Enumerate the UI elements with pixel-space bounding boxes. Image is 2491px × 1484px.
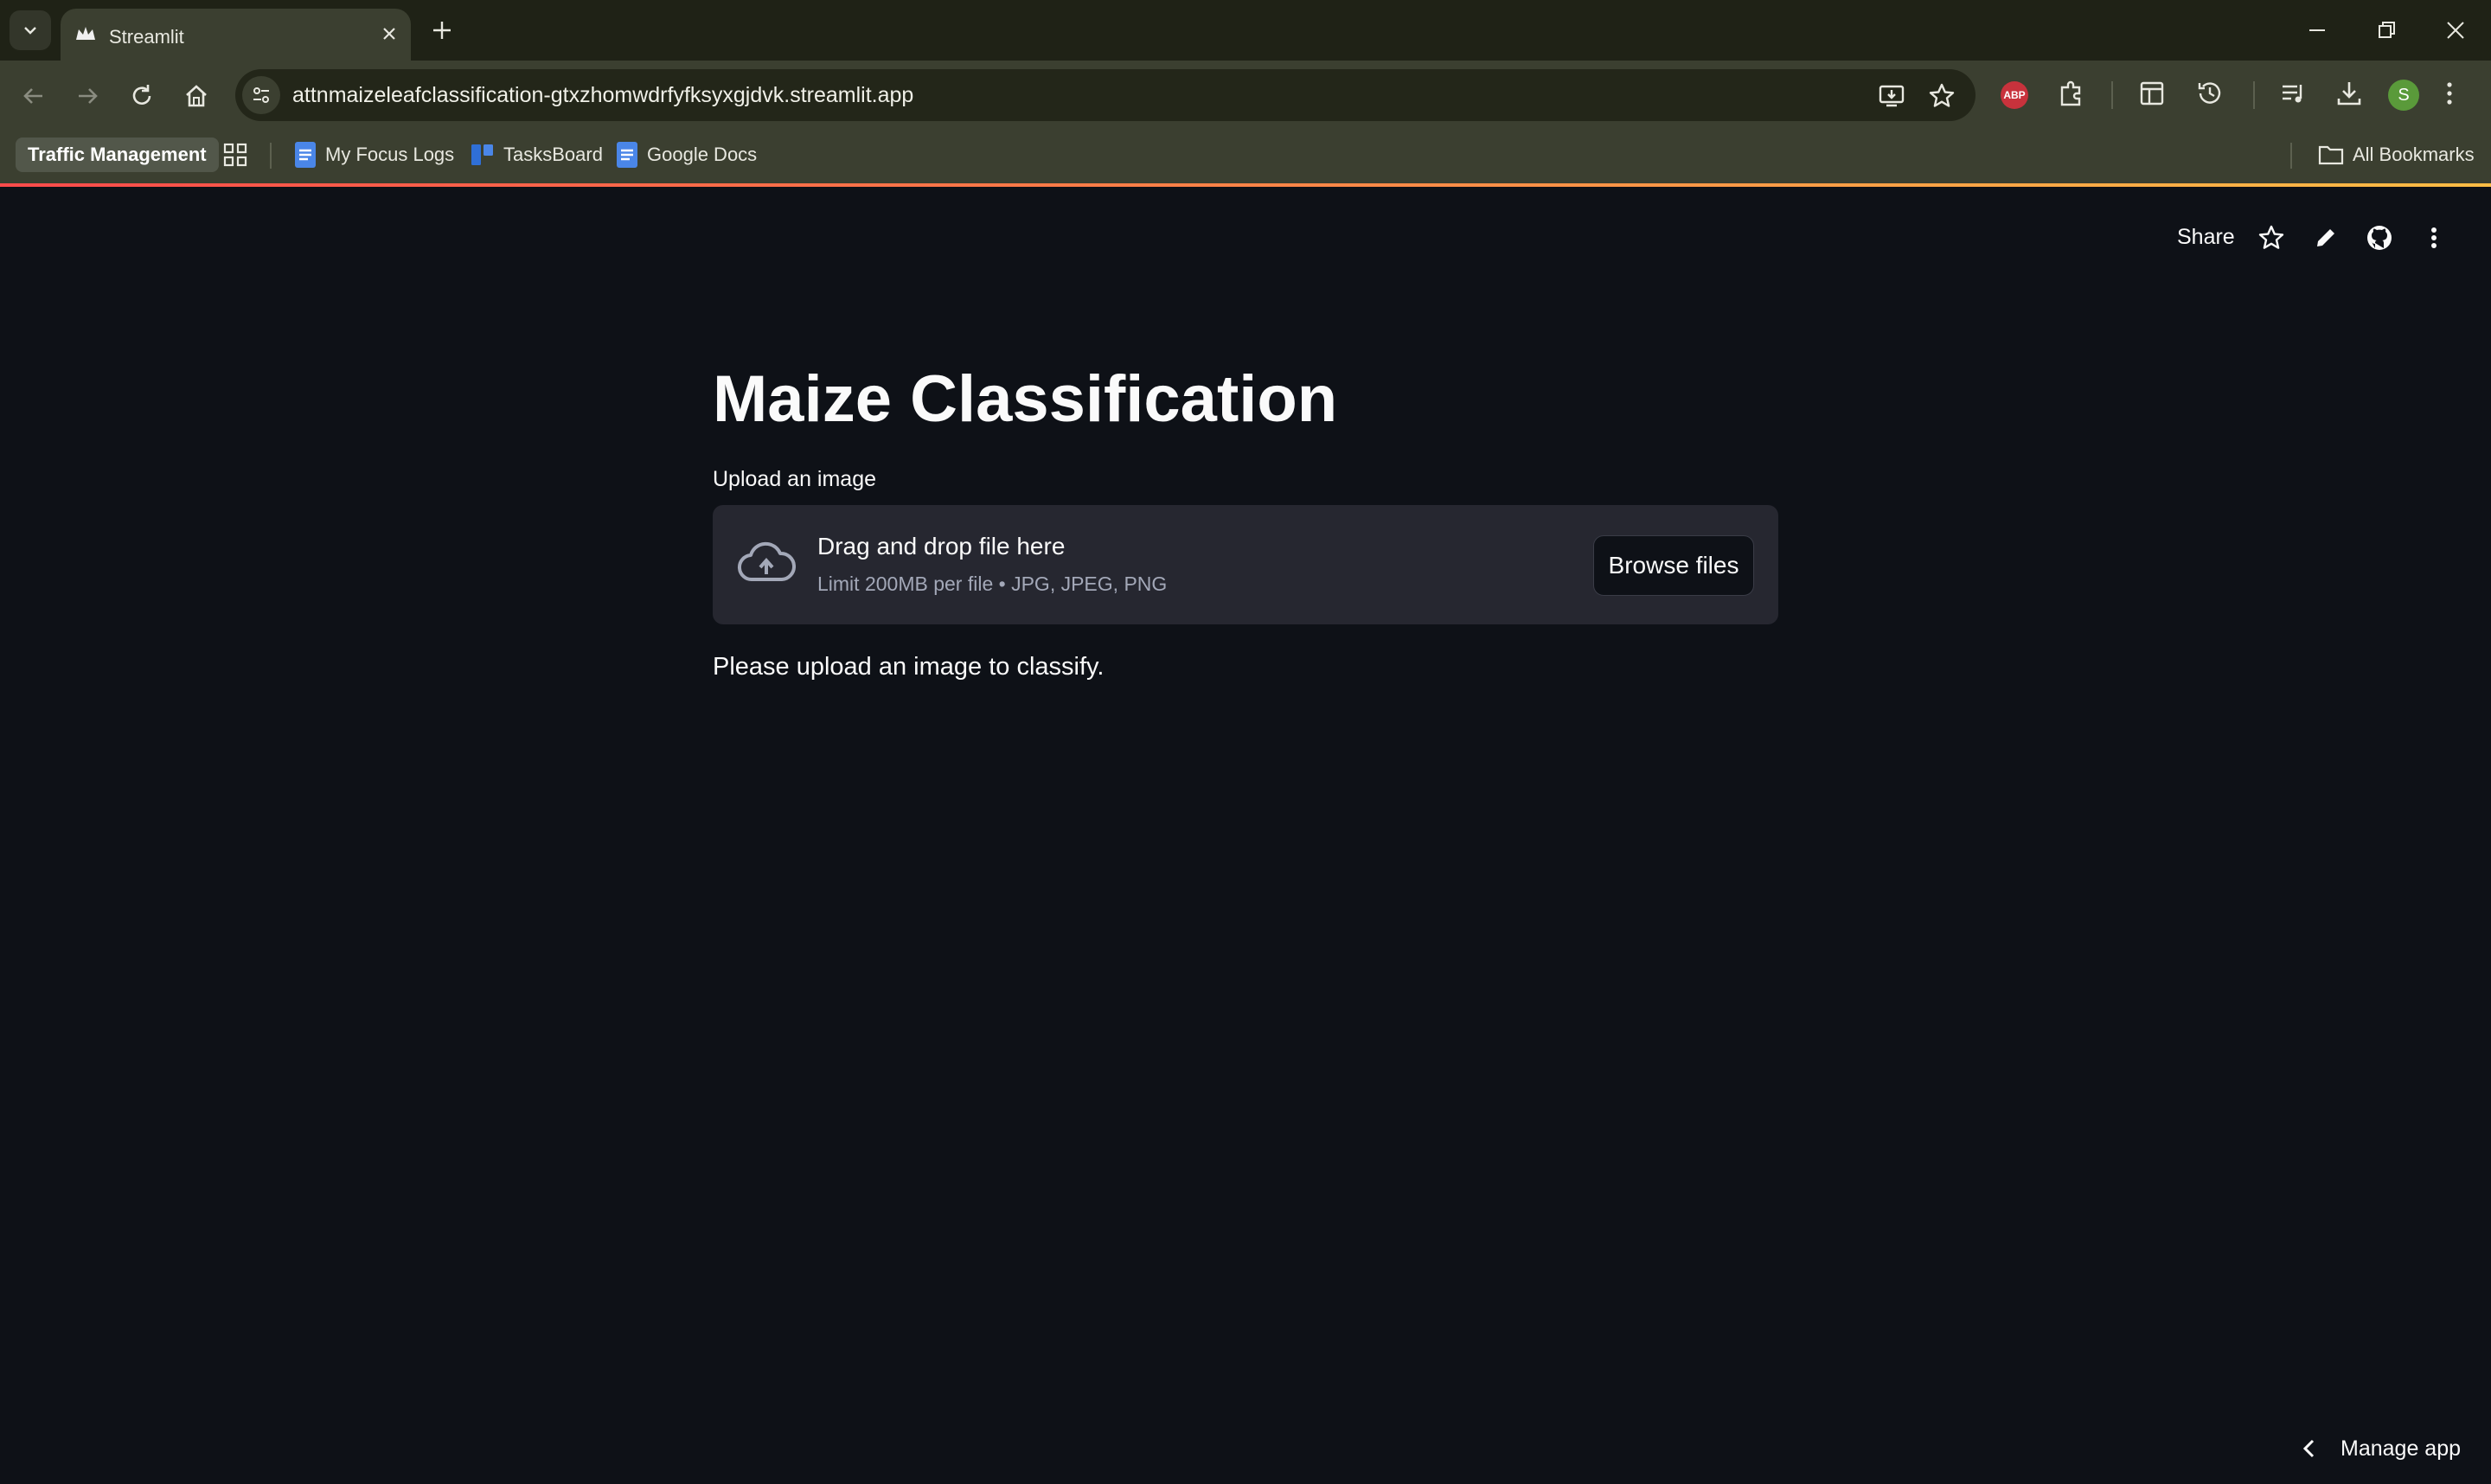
browser-tab-bar: Streamlit <box>0 0 2491 61</box>
bookmarks-bar: Traffic Management My Focus Logs TasksBo… <box>0 130 2491 183</box>
chevron-left-icon <box>2301 1437 2316 1460</box>
tasksboard-icon <box>471 143 495 167</box>
bookmark-label: TasksBoard <box>503 144 603 165</box>
dropzone-limit-text: Limit 200MB per file • JPG, JPEG, PNG <box>817 572 1168 595</box>
bookmark-separator <box>2290 143 2292 169</box>
site-info-icon[interactable] <box>242 76 280 114</box>
home-icon[interactable] <box>182 81 211 111</box>
adblock-plus-icon[interactable]: ABP <box>2001 81 2028 109</box>
google-docs-icon <box>294 141 317 169</box>
tab-close-icon[interactable] <box>380 24 399 43</box>
all-bookmarks-button[interactable]: All Bookmarks <box>2318 139 2475 170</box>
bookmark-tasksboard[interactable]: TasksBoard <box>471 139 603 170</box>
minimize-icon[interactable] <box>2304 17 2330 43</box>
back-arrow-icon[interactable] <box>19 81 48 111</box>
apps-grid-icon[interactable] <box>221 141 249 169</box>
install-app-icon[interactable] <box>1878 82 1905 110</box>
extensions-puzzle-icon[interactable] <box>2056 78 2087 109</box>
bookmark-label: Google Docs <box>647 144 758 165</box>
uploader-label: Upload an image <box>713 467 877 491</box>
bookmark-label: My Focus Logs <box>325 144 455 165</box>
chevron-down-icon <box>24 27 36 35</box>
google-docs-icon <box>616 141 638 169</box>
page-title: Maize Classification <box>713 362 1338 436</box>
streamlit-decoration-bar <box>0 183 2491 187</box>
close-window-icon[interactable] <box>2443 17 2469 43</box>
bookmark-my-focus-logs[interactable]: My Focus Logs <box>294 139 454 170</box>
history-icon[interactable] <box>2194 78 2225 109</box>
bookmark-star-icon[interactable] <box>1928 82 1956 110</box>
browse-files-button[interactable]: Browse files <box>1593 535 1754 596</box>
toolbar-separator <box>2111 81 2113 109</box>
browser-tab-active[interactable]: Streamlit <box>61 9 411 61</box>
reload-icon[interactable] <box>127 81 157 111</box>
tab-search-dropdown-button[interactable] <box>10 10 51 50</box>
forward-arrow-icon[interactable] <box>73 81 102 111</box>
file-dropzone[interactable]: Drag and drop file here Limit 200MB per … <box>713 505 1778 624</box>
main-menu-kebab-icon[interactable] <box>2427 223 2441 253</box>
toolbar-separator <box>2253 81 2255 109</box>
all-bookmarks-label: All Bookmarks <box>2353 144 2475 165</box>
cloud-upload-icon <box>737 540 796 586</box>
url-text[interactable]: attnmaizeleafclassification-gtxzhomwdrfy… <box>292 83 913 108</box>
download-icon[interactable] <box>2334 78 2365 109</box>
manage-app-button[interactable]: Manage app <box>2301 1427 2461 1470</box>
tab-layout-icon[interactable] <box>2136 78 2168 109</box>
address-bar[interactable]: attnmaizeleafclassification-gtxzhomwdrfy… <box>235 69 1976 121</box>
media-queue-icon[interactable] <box>2278 78 2309 109</box>
browser-toolbar: attnmaizeleafclassification-gtxzhomwdrfy… <box>0 61 2491 130</box>
profile-avatar[interactable]: S <box>2388 80 2419 111</box>
bookmark-group-traffic-management[interactable]: Traffic Management <box>16 138 219 172</box>
github-icon[interactable] <box>2365 223 2394 253</box>
bookmark-separator <box>270 143 272 169</box>
manage-app-label: Manage app <box>2341 1436 2462 1461</box>
status-message: Please upload an image to classify. <box>713 653 1105 681</box>
favorite-star-icon[interactable] <box>2257 223 2286 253</box>
edit-pencil-icon[interactable] <box>2311 223 2341 253</box>
browser-menu-kebab-icon[interactable] <box>2443 78 2456 109</box>
dropzone-instructions: Drag and drop file here <box>817 533 1066 560</box>
restore-icon[interactable] <box>2373 17 2399 43</box>
new-tab-icon[interactable] <box>429 17 455 43</box>
folder-icon <box>2318 144 2344 166</box>
bookmark-google-docs[interactable]: Google Docs <box>616 139 757 170</box>
share-button[interactable]: Share <box>2177 225 2235 250</box>
streamlit-crown-icon <box>74 24 97 45</box>
tab-title: Streamlit <box>109 26 184 48</box>
